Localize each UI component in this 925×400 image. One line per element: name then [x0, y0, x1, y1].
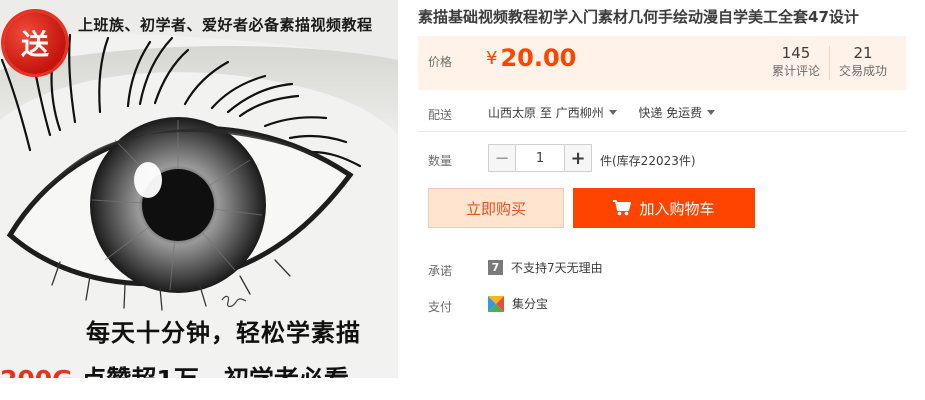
shipping-dropdown[interactable]: 快递 免运费: [638, 106, 716, 120]
destination-dropdown[interactable]: 广西柳州: [556, 106, 617, 120]
price-amount: 20.00: [500, 44, 577, 72]
promise-text: 不支持7天无理由: [511, 261, 603, 275]
product-info-panel: 素描基础视频教程初学入门素材几何手绘动漫自学美工全套47设计 价格 ¥20.00…: [418, 0, 906, 322]
deals-label: 交易成功: [838, 64, 887, 78]
reviews-label: 累计评论: [771, 64, 820, 78]
action-buttons: 立即购买 加入购物车: [418, 188, 906, 244]
quantity-stepper: − 1 +: [488, 144, 592, 172]
price-box: 价格 ¥20.00 145 累计评论 21 交易成功: [418, 36, 906, 90]
add-to-cart-button[interactable]: 加入购物车: [573, 188, 755, 228]
add-to-cart-label: 加入购物车: [639, 199, 715, 218]
promo-bottom-text: 点赞超1万，初学者必看: [73, 365, 348, 378]
jifenbao-icon: [488, 295, 504, 312]
decrease-button[interactable]: −: [488, 144, 516, 172]
payment-row: 支付 集分宝: [418, 286, 906, 322]
promise-item[interactable]: 7 不支持7天无理由: [488, 259, 603, 276]
reviews-count: 145: [781, 44, 811, 62]
chevron-down-icon: [707, 110, 716, 115]
quantity-label: 数量: [428, 154, 453, 168]
gift-badge: 送: [4, 12, 66, 74]
promo-banner-middle: 每天十分钟，轻松学素描: [86, 319, 361, 347]
price-label: 价格: [428, 55, 453, 69]
promise-row: 承诺 7 不支持7天无理由: [418, 250, 906, 286]
stat-divider: [829, 46, 830, 80]
quantity-input[interactable]: 1: [516, 144, 564, 172]
delivery-origin: 山西太原: [488, 106, 537, 120]
promo-banner-top: 上班族、初学者、爱好者必备素描视频教程: [78, 16, 373, 34]
payment-item[interactable]: 集分宝: [488, 295, 548, 312]
currency-symbol: ¥: [486, 48, 498, 69]
shipping-text: 快递 免运费: [638, 106, 703, 120]
delivery-label: 配送: [428, 108, 453, 122]
payment-method-text: 集分宝: [512, 297, 549, 311]
product-title: 素描基础视频教程初学入门素材几何手绘动漫自学美工全套47设计: [418, 8, 859, 26]
delivery-to-word: 至: [539, 106, 552, 120]
price-value: ¥20.00: [486, 44, 576, 72]
seven-day-return-icon: 7: [488, 260, 503, 275]
delivery-content: 山西太原 至 广西柳州 快递 免运费: [488, 104, 716, 121]
reviews-stat[interactable]: 145 累计评论: [768, 44, 824, 80]
product-image[interactable]: 送 上班族、初学者、爱好者必备素描视频教程 每天十分钟，轻松学素描 200G 点…: [0, 0, 398, 378]
payment-label: 支付: [428, 300, 453, 314]
quantity-row: 数量 − 1 + 件(库存22023件): [418, 140, 906, 178]
promo-banner-bottom: 200G 点赞超1万，初学者必看: [0, 360, 349, 378]
stock-info: 件(库存22023件): [600, 154, 696, 168]
deals-count: 21: [853, 44, 873, 62]
promo-bottom-highlight: 200G: [0, 365, 73, 378]
cart-icon: [613, 200, 632, 216]
increase-button[interactable]: +: [564, 144, 592, 172]
buy-now-button[interactable]: 立即购买: [428, 188, 564, 228]
delivery-row: 配送 山西太原 至 广西柳州 快递 免运费: [418, 94, 906, 132]
promise-label: 承诺: [428, 264, 453, 278]
chevron-down-icon: [608, 110, 617, 115]
destination-text: 广西柳州: [555, 106, 604, 120]
deals-stat: 21 交易成功: [832, 44, 894, 80]
